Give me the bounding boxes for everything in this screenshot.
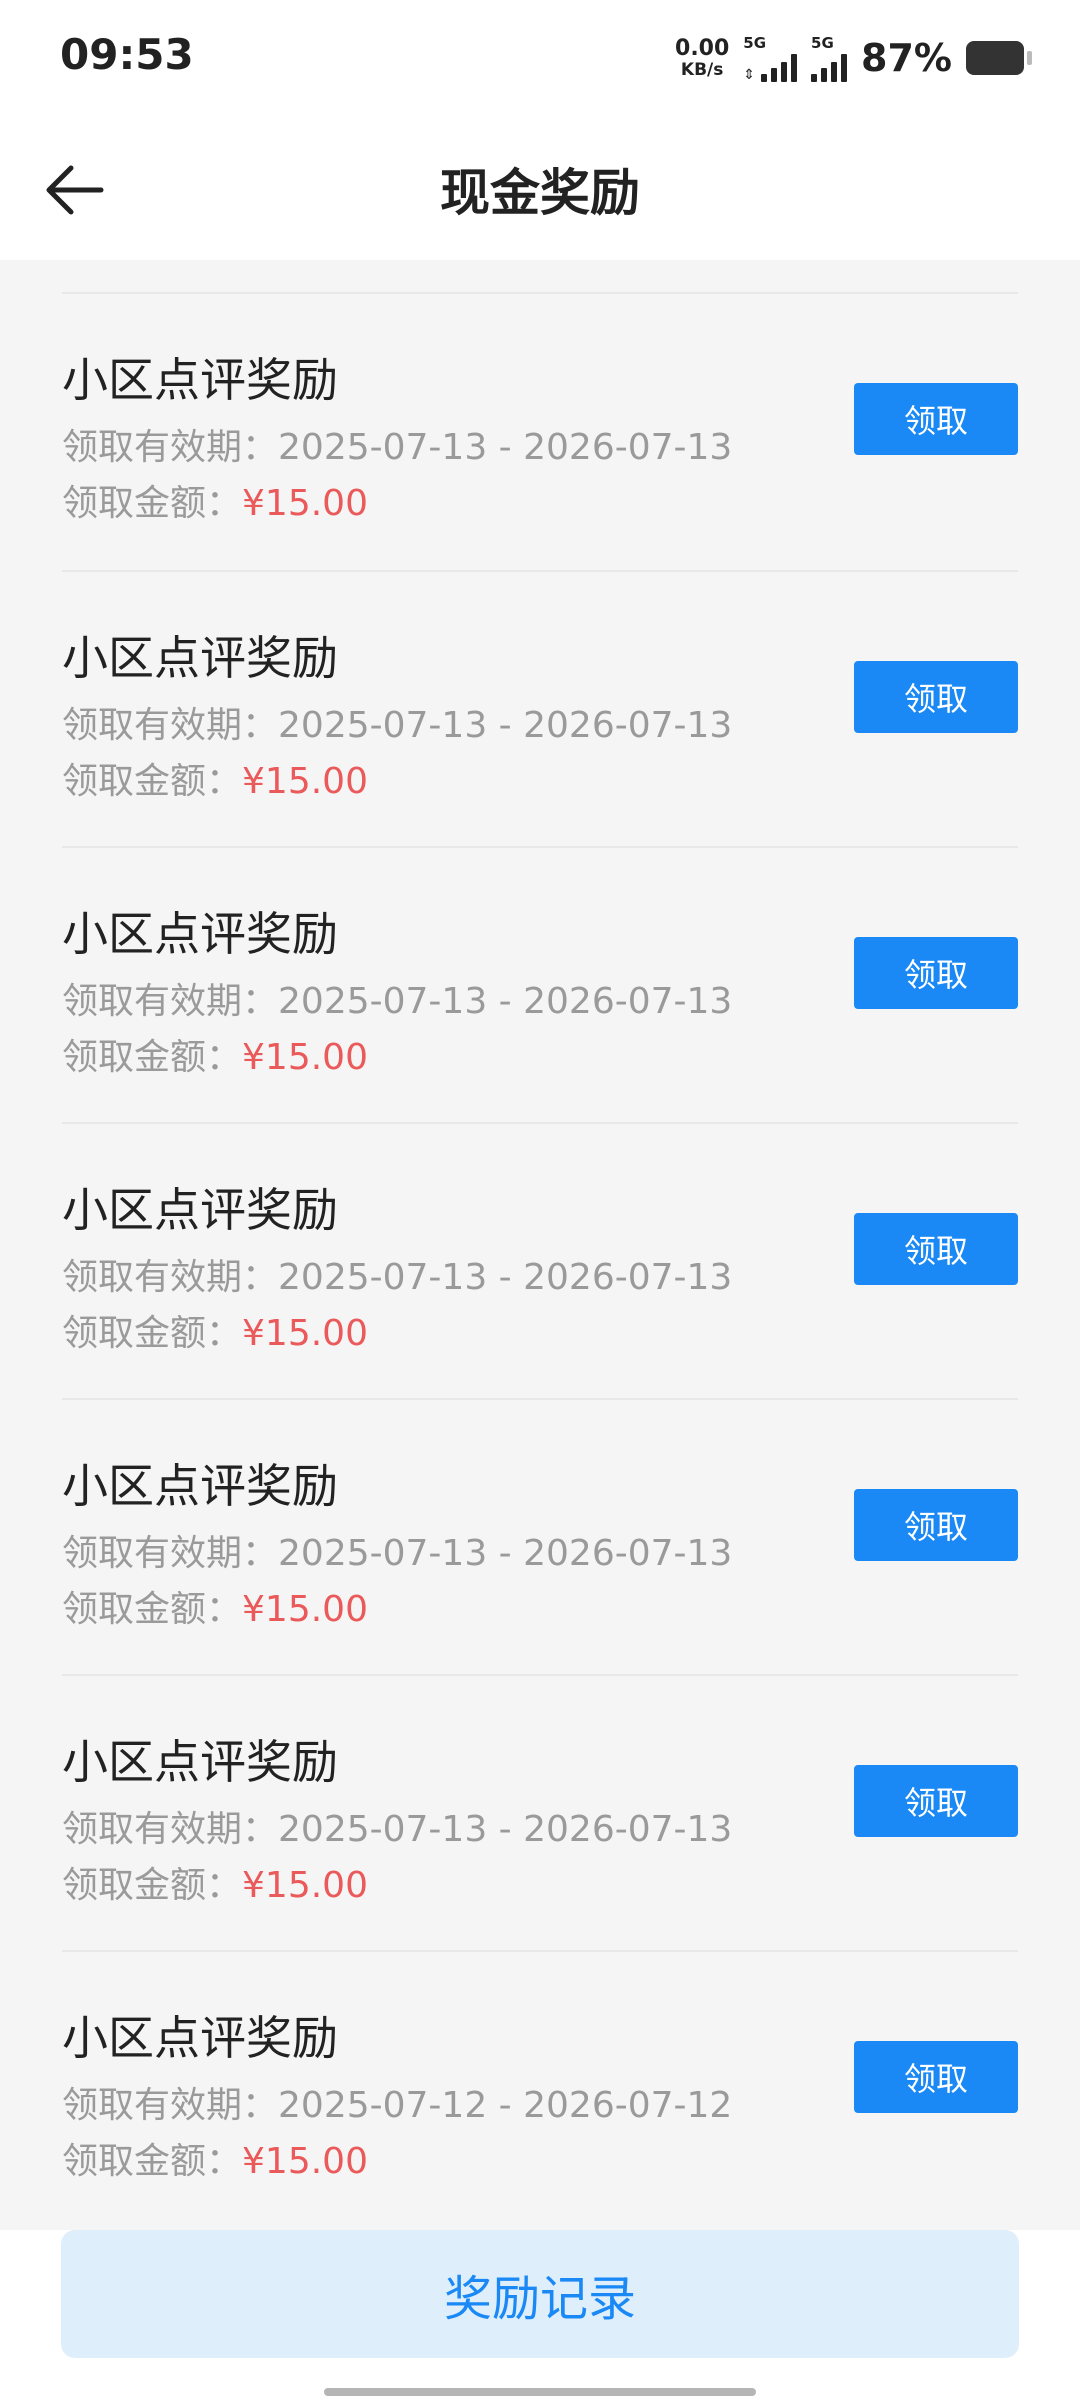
reward-title: 小区点评奖励 (62, 1183, 338, 1237)
signal-icon-2: 5G (811, 34, 848, 82)
reward-amount: 领取金额：¥15.00 (62, 1313, 368, 1354)
sim2-label: 5G (811, 34, 834, 52)
reward-amount: 领取金额：¥15.00 (62, 2141, 368, 2182)
reward-amount: 领取金额：¥15.00 (62, 761, 368, 802)
reward-period: 领取有效期：2025-07-13 - 2026-07-13 (62, 1533, 733, 1574)
status-bar: 09:53 0.00 KB/s 5G ⇕ 5G 87% (0, 0, 1080, 115)
reward-period: 领取有效期：2025-07-13 - 2026-07-13 (62, 705, 733, 746)
claim-button[interactable]: 领取 (854, 2041, 1018, 2113)
reward-records-button[interactable]: 奖励记录 (61, 2230, 1019, 2358)
reward-item: 小区点评奖励 领取有效期：2025-07-12 - 2026-07-12 领取金… (62, 1952, 1018, 2228)
battery-icon (966, 41, 1032, 75)
amount-value: ¥15.00 (242, 2141, 368, 2182)
claim-button[interactable]: 领取 (854, 1213, 1018, 1285)
amount-value: ¥15.00 (242, 761, 368, 802)
reward-item: 小区点评奖励 领取有效期：2025-07-13 - 2026-07-13 领取金… (62, 294, 1018, 570)
reward-title: 小区点评奖励 (62, 2011, 338, 2065)
status-indicators: 0.00 KB/s 5G ⇕ 5G 87% (675, 32, 1032, 84)
amount-value: ¥15.00 (242, 1865, 368, 1906)
bottom-bar: 奖励记录 (0, 2230, 1080, 2400)
reward-list[interactable]: 小区点评奖励 领取有效期：2025-07-13 - 2026-07-13 领取金… (0, 260, 1080, 2230)
claim-button[interactable]: 领取 (854, 937, 1018, 1009)
home-indicator[interactable] (324, 2388, 756, 2396)
signal-icon: 5G ⇕ (743, 34, 798, 83)
reward-title: 小区点评奖励 (62, 1459, 338, 1513)
reward-title: 小区点评奖励 (62, 353, 338, 407)
reward-period: 领取有效期：2025-07-13 - 2026-07-13 (62, 981, 733, 1022)
reward-item: 小区点评奖励 领取有效期：2025-07-13 - 2026-07-13 领取金… (62, 848, 1018, 1124)
claim-button[interactable]: 领取 (854, 383, 1018, 455)
page-title: 现金奖励 (440, 164, 640, 222)
claim-button[interactable]: 领取 (854, 1489, 1018, 1561)
claim-button[interactable]: 领取 (854, 661, 1018, 733)
data-arrows-icon: ⇕ (743, 67, 756, 83)
network-speed-value: 0.00 (675, 35, 730, 61)
amount-value: ¥15.00 (242, 1589, 368, 1630)
reward-period: 领取有效期：2025-07-13 - 2026-07-13 (62, 1809, 733, 1850)
sim1-label: 5G (743, 34, 767, 52)
network-speed: 0.00 KB/s (675, 35, 730, 80)
reward-title: 小区点评奖励 (62, 631, 338, 685)
status-time: 09:53 (60, 30, 194, 79)
claim-button[interactable]: 领取 (854, 1765, 1018, 1837)
reward-item: 小区点评奖励 领取有效期：2025-07-13 - 2026-07-13 领取金… (62, 1676, 1018, 1952)
reward-amount: 领取金额：¥15.00 (62, 483, 368, 524)
amount-value: ¥15.00 (242, 483, 368, 524)
reward-amount: 领取金额：¥15.00 (62, 1865, 368, 1906)
reward-period: 领取有效期：2025-07-12 - 2026-07-12 (62, 2085, 733, 2126)
amount-value: ¥15.00 (242, 1037, 368, 1078)
app-header: 现金奖励 (0, 115, 1080, 260)
reward-item: 小区点评奖励 领取有效期：2025-07-13 - 2026-07-13 领取金… (62, 1400, 1018, 1676)
reward-item: 小区点评奖励 领取有效期：2025-07-13 - 2026-07-13 领取金… (62, 1124, 1018, 1400)
reward-title: 小区点评奖励 (62, 907, 338, 961)
reward-amount: 领取金额：¥15.00 (62, 1589, 368, 1630)
amount-value: ¥15.00 (242, 1313, 368, 1354)
reward-period: 领取有效期：2025-07-13 - 2026-07-13 (62, 427, 733, 468)
reward-amount: 领取金额：¥15.00 (62, 1037, 368, 1078)
reward-period: 领取有效期：2025-07-13 - 2026-07-13 (62, 1257, 733, 1298)
network-speed-unit: KB/s (680, 59, 724, 80)
reward-item: 小区点评奖励 领取有效期：2025-07-13 - 2026-07-13 领取金… (62, 572, 1018, 848)
reward-title: 小区点评奖励 (62, 1735, 338, 1789)
battery-percent: 87% (861, 36, 952, 80)
